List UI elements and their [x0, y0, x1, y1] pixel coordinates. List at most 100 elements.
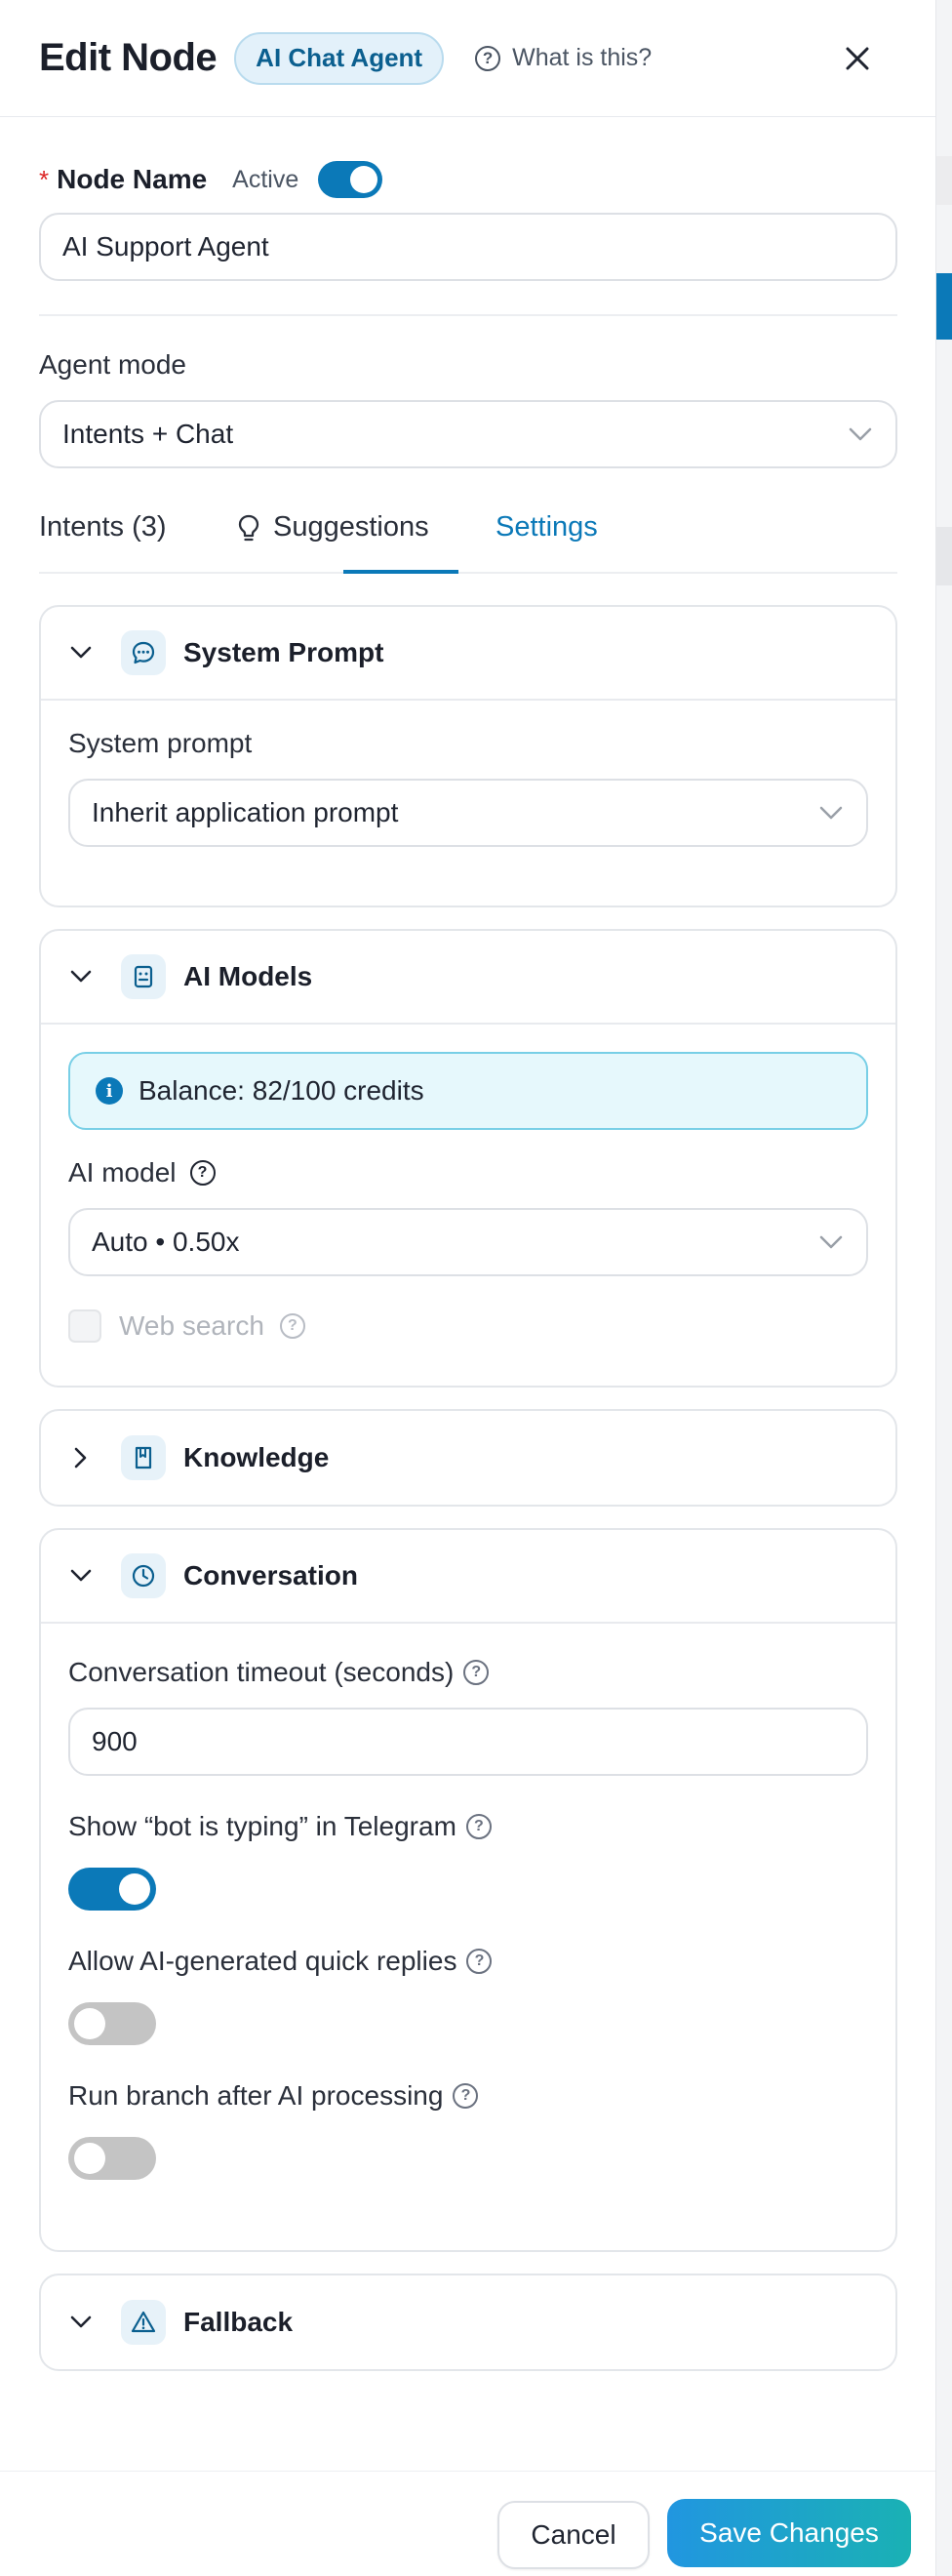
active-toggle[interactable]	[318, 161, 383, 198]
tab-bar: Intents (3) Suggestions Settings	[39, 511, 897, 574]
ai-models-header[interactable]: AI Models	[41, 931, 895, 1025]
help-link-label: What is this?	[512, 44, 653, 71]
run-branch-label: Run branch after AI processing	[68, 2080, 444, 2111]
chat-bubble-icon	[121, 630, 166, 675]
help-icon[interactable]: ?	[189, 1160, 216, 1186]
chevron-down-icon	[66, 646, 96, 660]
web-search-row: Web search ?	[68, 1309, 868, 1343]
run-branch-toggle[interactable]	[68, 2137, 156, 2180]
tab-intents[interactable]: Intents (3)	[39, 511, 167, 543]
background-app	[936, 0, 952, 2576]
chevron-down-icon	[819, 806, 843, 820]
required-marker: *	[39, 164, 50, 194]
agent-mode-select[interactable]: Intents + Chat	[39, 400, 897, 468]
node-name-input[interactable]: AI Support Agent	[39, 213, 897, 281]
balance-alert: i Balance: 82/100 credits	[68, 1052, 868, 1130]
system-prompt-select[interactable]: Inherit application prompt	[68, 779, 868, 847]
toggle-knob	[119, 1873, 150, 1905]
knowledge-title: Knowledge	[183, 1442, 330, 1472]
background-row	[936, 156, 952, 205]
agent-mode-label: Agent mode	[39, 349, 186, 380]
save-changes-button[interactable]: Save Changes	[667, 2499, 911, 2567]
tab-suggestions[interactable]: Suggestions	[236, 511, 429, 543]
robot-icon	[121, 954, 166, 999]
help-icon[interactable]: ?	[465, 1814, 492, 1839]
ai-model-label: AI model	[68, 1157, 177, 1187]
ai-models-body: i Balance: 82/100 credits AI model ? Aut…	[41, 1025, 895, 1386]
timeout-value: 900	[92, 1726, 138, 1756]
node-type-badge: AI Chat Agent	[234, 31, 445, 85]
system-prompt-section: System Prompt System prompt Inherit appl…	[39, 605, 897, 907]
tab-settings[interactable]: Settings	[496, 511, 598, 543]
active-tab-indicator	[343, 570, 458, 574]
web-search-label: Web search	[119, 1310, 264, 1341]
active-label: Active	[232, 165, 299, 193]
section-divider	[39, 314, 897, 316]
tab-settings-label: Settings	[496, 511, 598, 543]
background-selected-row	[936, 273, 952, 340]
fallback-header[interactable]: Fallback	[41, 2275, 895, 2369]
toggle-knob	[74, 2008, 105, 2039]
cancel-button[interactable]: Cancel	[497, 2501, 650, 2569]
chevron-down-icon	[66, 2315, 96, 2329]
agent-mode-value: Intents + Chat	[62, 419, 234, 449]
quick-replies-label-row: Allow AI-generated quick replies ?	[68, 1946, 868, 1977]
question-circle-icon: ?	[475, 45, 501, 71]
ai-model-select[interactable]: Auto • 0.50x	[68, 1208, 868, 1276]
clock-icon	[121, 1553, 166, 1598]
what-is-this-link[interactable]: ? What is this?	[475, 44, 652, 72]
system-prompt-body: System prompt Inherit application prompt	[41, 701, 895, 906]
fallback-title: Fallback	[183, 2307, 294, 2337]
help-icon[interactable]: ?	[279, 1313, 305, 1339]
typing-toggle[interactable]	[68, 1868, 156, 1911]
conversation-title: Conversation	[183, 1560, 358, 1590]
help-icon[interactable]: ?	[463, 1660, 490, 1685]
timeout-label: Conversation timeout (seconds)	[68, 1657, 455, 1687]
help-icon[interactable]: ?	[453, 2083, 479, 2109]
panel-content: * Node Name Active AI Support Agent Agen…	[0, 160, 935, 2371]
knowledge-header[interactable]: Knowledge	[41, 1411, 895, 1505]
ai-models-title: AI Models	[183, 961, 313, 991]
background-row	[936, 527, 952, 585]
system-prompt-label: System prompt	[68, 728, 253, 758]
panel-title: Edit Node	[39, 36, 218, 79]
system-prompt-value: Inherit application prompt	[92, 797, 399, 827]
timeout-input[interactable]: 900	[68, 1708, 868, 1776]
chevron-down-icon	[849, 427, 872, 441]
chevron-down-icon	[66, 970, 96, 984]
help-icon[interactable]: ?	[466, 1949, 493, 1974]
knowledge-section: Knowledge	[39, 1409, 897, 1507]
chevron-right-icon	[66, 1447, 96, 1469]
typing-label: Show “bot is typing” in Telegram	[68, 1811, 456, 1841]
conversation-section: Conversation Conversation timeout (secon…	[39, 1528, 897, 2252]
close-icon	[846, 47, 869, 70]
ai-model-label-row: AI model ?	[68, 1157, 868, 1188]
quick-replies-toggle[interactable]	[68, 2002, 156, 2045]
web-search-checkbox[interactable]	[68, 1309, 101, 1343]
node-name-row: * Node Name Active	[39, 160, 896, 199]
conversation-header[interactable]: Conversation	[41, 1530, 895, 1624]
ai-model-value: Auto • 0.50x	[92, 1227, 240, 1257]
info-icon: i	[96, 1077, 123, 1105]
ai-models-section: AI Models i Balance: 82/100 credits AI m…	[39, 929, 897, 1388]
tab-intents-label: Intents (3)	[39, 511, 167, 543]
tab-suggestions-label: Suggestions	[273, 511, 429, 543]
system-prompt-title: System Prompt	[183, 637, 384, 667]
system-prompt-header[interactable]: System Prompt	[41, 607, 895, 701]
node-name-label: Node Name	[57, 164, 208, 194]
toggle-knob	[350, 166, 378, 193]
warning-triangle-icon	[121, 2300, 166, 2345]
typing-label-row: Show “bot is typing” in Telegram ?	[68, 1811, 868, 1842]
panel-footer: Cancel Save Changes	[0, 2471, 935, 2576]
book-icon	[121, 1435, 166, 1480]
close-button[interactable]	[838, 39, 877, 78]
quick-replies-label: Allow AI-generated quick replies	[68, 1946, 457, 1976]
lightbulb-icon	[238, 514, 259, 542]
edit-node-panel: Edit Node AI Chat Agent ? What is this? …	[0, 0, 936, 2576]
chevron-down-icon	[819, 1235, 843, 1249]
conversation-body: Conversation timeout (seconds) ? 900 Sho…	[41, 1624, 895, 2250]
toggle-knob	[74, 2143, 105, 2174]
balance-text: Balance: 82/100 credits	[139, 1075, 424, 1106]
node-name-value: AI Support Agent	[62, 231, 269, 262]
timeout-label-row: Conversation timeout (seconds) ?	[68, 1657, 868, 1688]
